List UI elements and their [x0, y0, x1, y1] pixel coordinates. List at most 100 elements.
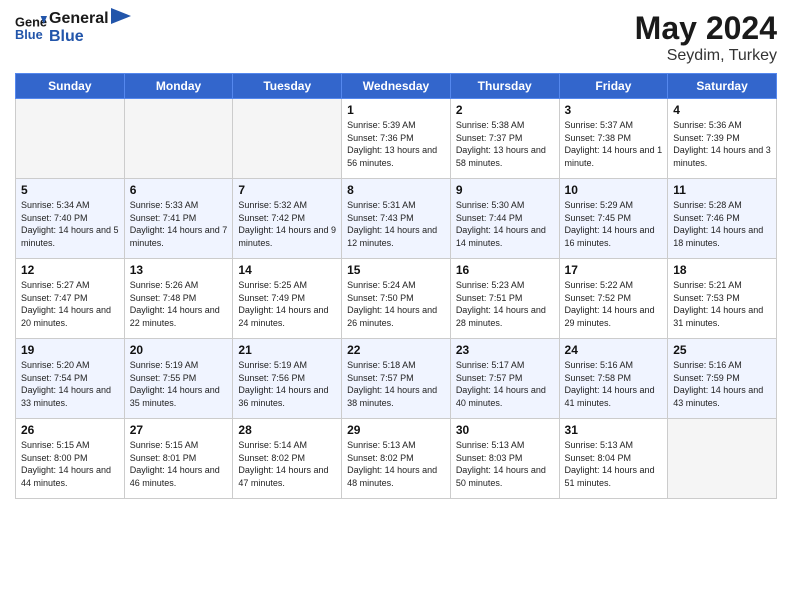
calendar-cell: 16Sunrise: 5:23 AMSunset: 7:51 PMDayligh…: [450, 259, 559, 339]
calendar-cell: 17Sunrise: 5:22 AMSunset: 7:52 PMDayligh…: [559, 259, 668, 339]
day-number: 4: [673, 103, 771, 117]
day-info: Sunrise: 5:30 AMSunset: 7:44 PMDaylight:…: [456, 199, 554, 249]
calendar-cell: 11 Sunrise: 5:28 AMSunset: 7:46 PMDayligh…: [668, 179, 777, 259]
day-number: 12: [21, 263, 119, 277]
day-number: 21: [238, 343, 336, 357]
day-number: 10: [565, 183, 663, 197]
calendar-cell: 10 Sunrise: 5:29 AMSunset: 7:45 PMDayligh…: [559, 179, 668, 259]
day-info: Sunrise: 5:17 AMSunset: 7:57 PMDaylight:…: [456, 359, 554, 409]
day-number: 3: [565, 103, 663, 117]
calendar-week-row: 26 Sunrise: 5:15 AMSunset: 8:00 PMDayligh…: [16, 419, 777, 499]
calendar-cell: 14Sunrise: 5:25 AMSunset: 7:49 PMDayligh…: [233, 259, 342, 339]
calendar-cell: 1 Sunrise: 5:39 AMSunset: 7:36 PMDaylight…: [342, 99, 451, 179]
calendar-cell: [124, 99, 233, 179]
day-info: Sunrise: 5:36 AMSunset: 7:39 PMDaylight:…: [673, 119, 771, 169]
day-number: 1: [347, 103, 445, 117]
col-header-monday: Monday: [124, 74, 233, 99]
calendar-cell: [668, 419, 777, 499]
calendar-week-row: 1 Sunrise: 5:39 AMSunset: 7:36 PMDaylight…: [16, 99, 777, 179]
day-info: Sunrise: 5:26 AMSunset: 7:48 PMDaylight:…: [130, 279, 228, 329]
calendar-cell: 2 Sunrise: 5:38 AMSunset: 7:37 PMDaylight…: [450, 99, 559, 179]
day-number: 30: [456, 423, 554, 437]
logo-triangle-icon: [111, 8, 131, 38]
day-number: 6: [130, 183, 228, 197]
calendar-cell: 23 Sunrise: 5:17 AMSunset: 7:57 PMDayligh…: [450, 339, 559, 419]
day-number: 26: [21, 423, 119, 437]
day-info: Sunrise: 5:15 AMSunset: 8:00 PMDaylight:…: [21, 439, 119, 489]
logo: General Blue General Blue: [15, 10, 131, 45]
calendar-cell: 31 Sunrise: 5:13 AMSunset: 8:04 PMDayligh…: [559, 419, 668, 499]
month-year: May 2024: [635, 10, 777, 47]
location: Seydim, Turkey: [635, 47, 777, 65]
day-number: 2: [456, 103, 554, 117]
calendar-cell: 24 Sunrise: 5:16 AMSunset: 7:58 PMDayligh…: [559, 339, 668, 419]
day-info: Sunrise: 5:18 AMSunset: 7:57 PMDaylight:…: [347, 359, 445, 409]
day-number: 31: [565, 423, 663, 437]
header: General Blue General Blue May 2024 Seydi…: [15, 10, 777, 65]
calendar-cell: [16, 99, 125, 179]
day-number: 25: [673, 343, 771, 357]
day-number: 14: [238, 263, 336, 277]
day-number: 22: [347, 343, 445, 357]
calendar-header-row: SundayMondayTuesdayWednesdayThursdayFrid…: [16, 74, 777, 99]
calendar-cell: 25Sunrise: 5:16 AMSunset: 7:59 PMDayligh…: [668, 339, 777, 419]
day-info: Sunrise: 5:31 AMSunset: 7:43 PMDaylight:…: [347, 199, 445, 249]
calendar-cell: 6 Sunrise: 5:33 AMSunset: 7:41 PMDaylight…: [124, 179, 233, 259]
day-info: Sunrise: 5:13 AMSunset: 8:04 PMDaylight:…: [565, 439, 663, 489]
day-info: Sunrise: 5:14 AMSunset: 8:02 PMDaylight:…: [238, 439, 336, 489]
col-header-wednesday: Wednesday: [342, 74, 451, 99]
day-number: 20: [130, 343, 228, 357]
calendar-cell: 30Sunrise: 5:13 AMSunset: 8:03 PMDayligh…: [450, 419, 559, 499]
calendar-cell: 28 Sunrise: 5:14 AMSunset: 8:02 PMDayligh…: [233, 419, 342, 499]
svg-text:Blue: Blue: [15, 27, 43, 42]
day-info: Sunrise: 5:32 AMSunset: 7:42 PMDaylight:…: [238, 199, 336, 249]
calendar-cell: 20 Sunrise: 5:19 AMSunset: 7:55 PMDayligh…: [124, 339, 233, 419]
title-area: May 2024 Seydim, Turkey: [635, 10, 777, 65]
day-number: 23: [456, 343, 554, 357]
day-info: Sunrise: 5:16 AMSunset: 7:58 PMDaylight:…: [565, 359, 663, 409]
day-number: 19: [21, 343, 119, 357]
day-info: Sunrise: 5:38 AMSunset: 7:37 PMDaylight:…: [456, 119, 554, 169]
day-number: 8: [347, 183, 445, 197]
day-number: 13: [130, 263, 228, 277]
day-number: 24: [565, 343, 663, 357]
day-info: Sunrise: 5:23 AMSunset: 7:51 PMDaylight:…: [456, 279, 554, 329]
day-number: 15: [347, 263, 445, 277]
day-info: Sunrise: 5:24 AMSunset: 7:50 PMDaylight:…: [347, 279, 445, 329]
calendar-cell: 4 Sunrise: 5:36 AMSunset: 7:39 PMDaylight…: [668, 99, 777, 179]
generalblue-logo-icon: General Blue: [15, 12, 47, 44]
day-number: 18: [673, 263, 771, 277]
day-number: 5: [21, 183, 119, 197]
calendar-cell: 8 Sunrise: 5:31 AMSunset: 7:43 PMDaylight…: [342, 179, 451, 259]
day-info: Sunrise: 5:33 AMSunset: 7:41 PMDaylight:…: [130, 199, 228, 249]
calendar-cell: 27Sunrise: 5:15 AMSunset: 8:01 PMDayligh…: [124, 419, 233, 499]
day-number: 7: [238, 183, 336, 197]
calendar-week-row: 19Sunrise: 5:20 AMSunset: 7:54 PMDayligh…: [16, 339, 777, 419]
day-info: Sunrise: 5:39 AMSunset: 7:36 PMDaylight:…: [347, 119, 445, 169]
calendar-week-row: 12Sunrise: 5:27 AMSunset: 7:47 PMDayligh…: [16, 259, 777, 339]
calendar-cell: 18 Sunrise: 5:21 AMSunset: 7:53 PMDayligh…: [668, 259, 777, 339]
day-number: 27: [130, 423, 228, 437]
day-number: 29: [347, 423, 445, 437]
day-info: Sunrise: 5:22 AMSunset: 7:52 PMDaylight:…: [565, 279, 663, 329]
calendar-cell: 3 Sunrise: 5:37 AMSunset: 7:38 PMDaylight…: [559, 99, 668, 179]
day-info: Sunrise: 5:28 AMSunset: 7:46 PMDaylight:…: [673, 199, 771, 249]
day-info: Sunrise: 5:34 AMSunset: 7:40 PMDaylight:…: [21, 199, 119, 249]
day-number: 28: [238, 423, 336, 437]
col-header-tuesday: Tuesday: [233, 74, 342, 99]
col-header-thursday: Thursday: [450, 74, 559, 99]
calendar-cell: 19Sunrise: 5:20 AMSunset: 7:54 PMDayligh…: [16, 339, 125, 419]
day-number: 9: [456, 183, 554, 197]
calendar-cell: 7 Sunrise: 5:32 AMSunset: 7:42 PMDaylight…: [233, 179, 342, 259]
day-info: Sunrise: 5:19 AMSunset: 7:55 PMDaylight:…: [130, 359, 228, 409]
calendar-cell: 9 Sunrise: 5:30 AMSunset: 7:44 PMDaylight…: [450, 179, 559, 259]
day-number: 11: [673, 183, 771, 197]
calendar-cell: 22 Sunrise: 5:18 AMSunset: 7:57 PMDayligh…: [342, 339, 451, 419]
day-info: Sunrise: 5:21 AMSunset: 7:53 PMDaylight:…: [673, 279, 771, 329]
col-header-saturday: Saturday: [668, 74, 777, 99]
day-info: Sunrise: 5:29 AMSunset: 7:45 PMDaylight:…: [565, 199, 663, 249]
col-header-friday: Friday: [559, 74, 668, 99]
calendar-cell: 21Sunrise: 5:19 AMSunset: 7:56 PMDayligh…: [233, 339, 342, 419]
calendar-week-row: 5 Sunrise: 5:34 AMSunset: 7:40 PMDaylight…: [16, 179, 777, 259]
day-info: Sunrise: 5:37 AMSunset: 7:38 PMDaylight:…: [565, 119, 663, 169]
